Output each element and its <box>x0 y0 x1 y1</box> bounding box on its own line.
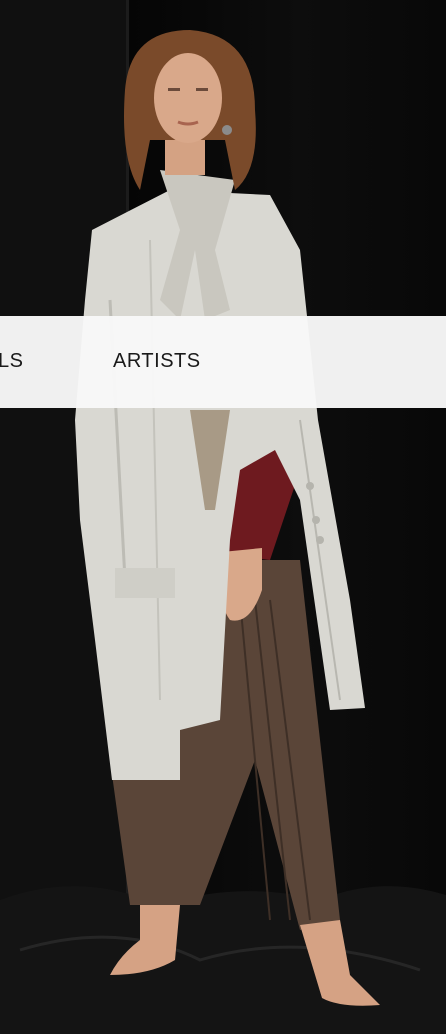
model-illustration <box>0 0 446 1034</box>
nav-item-models[interactable]: LS <box>0 348 23 374</box>
nav-item-artists[interactable]: ARTISTS <box>113 348 201 374</box>
hero-fashion-photo <box>0 0 446 1034</box>
main-navigation-bar <box>0 316 446 408</box>
